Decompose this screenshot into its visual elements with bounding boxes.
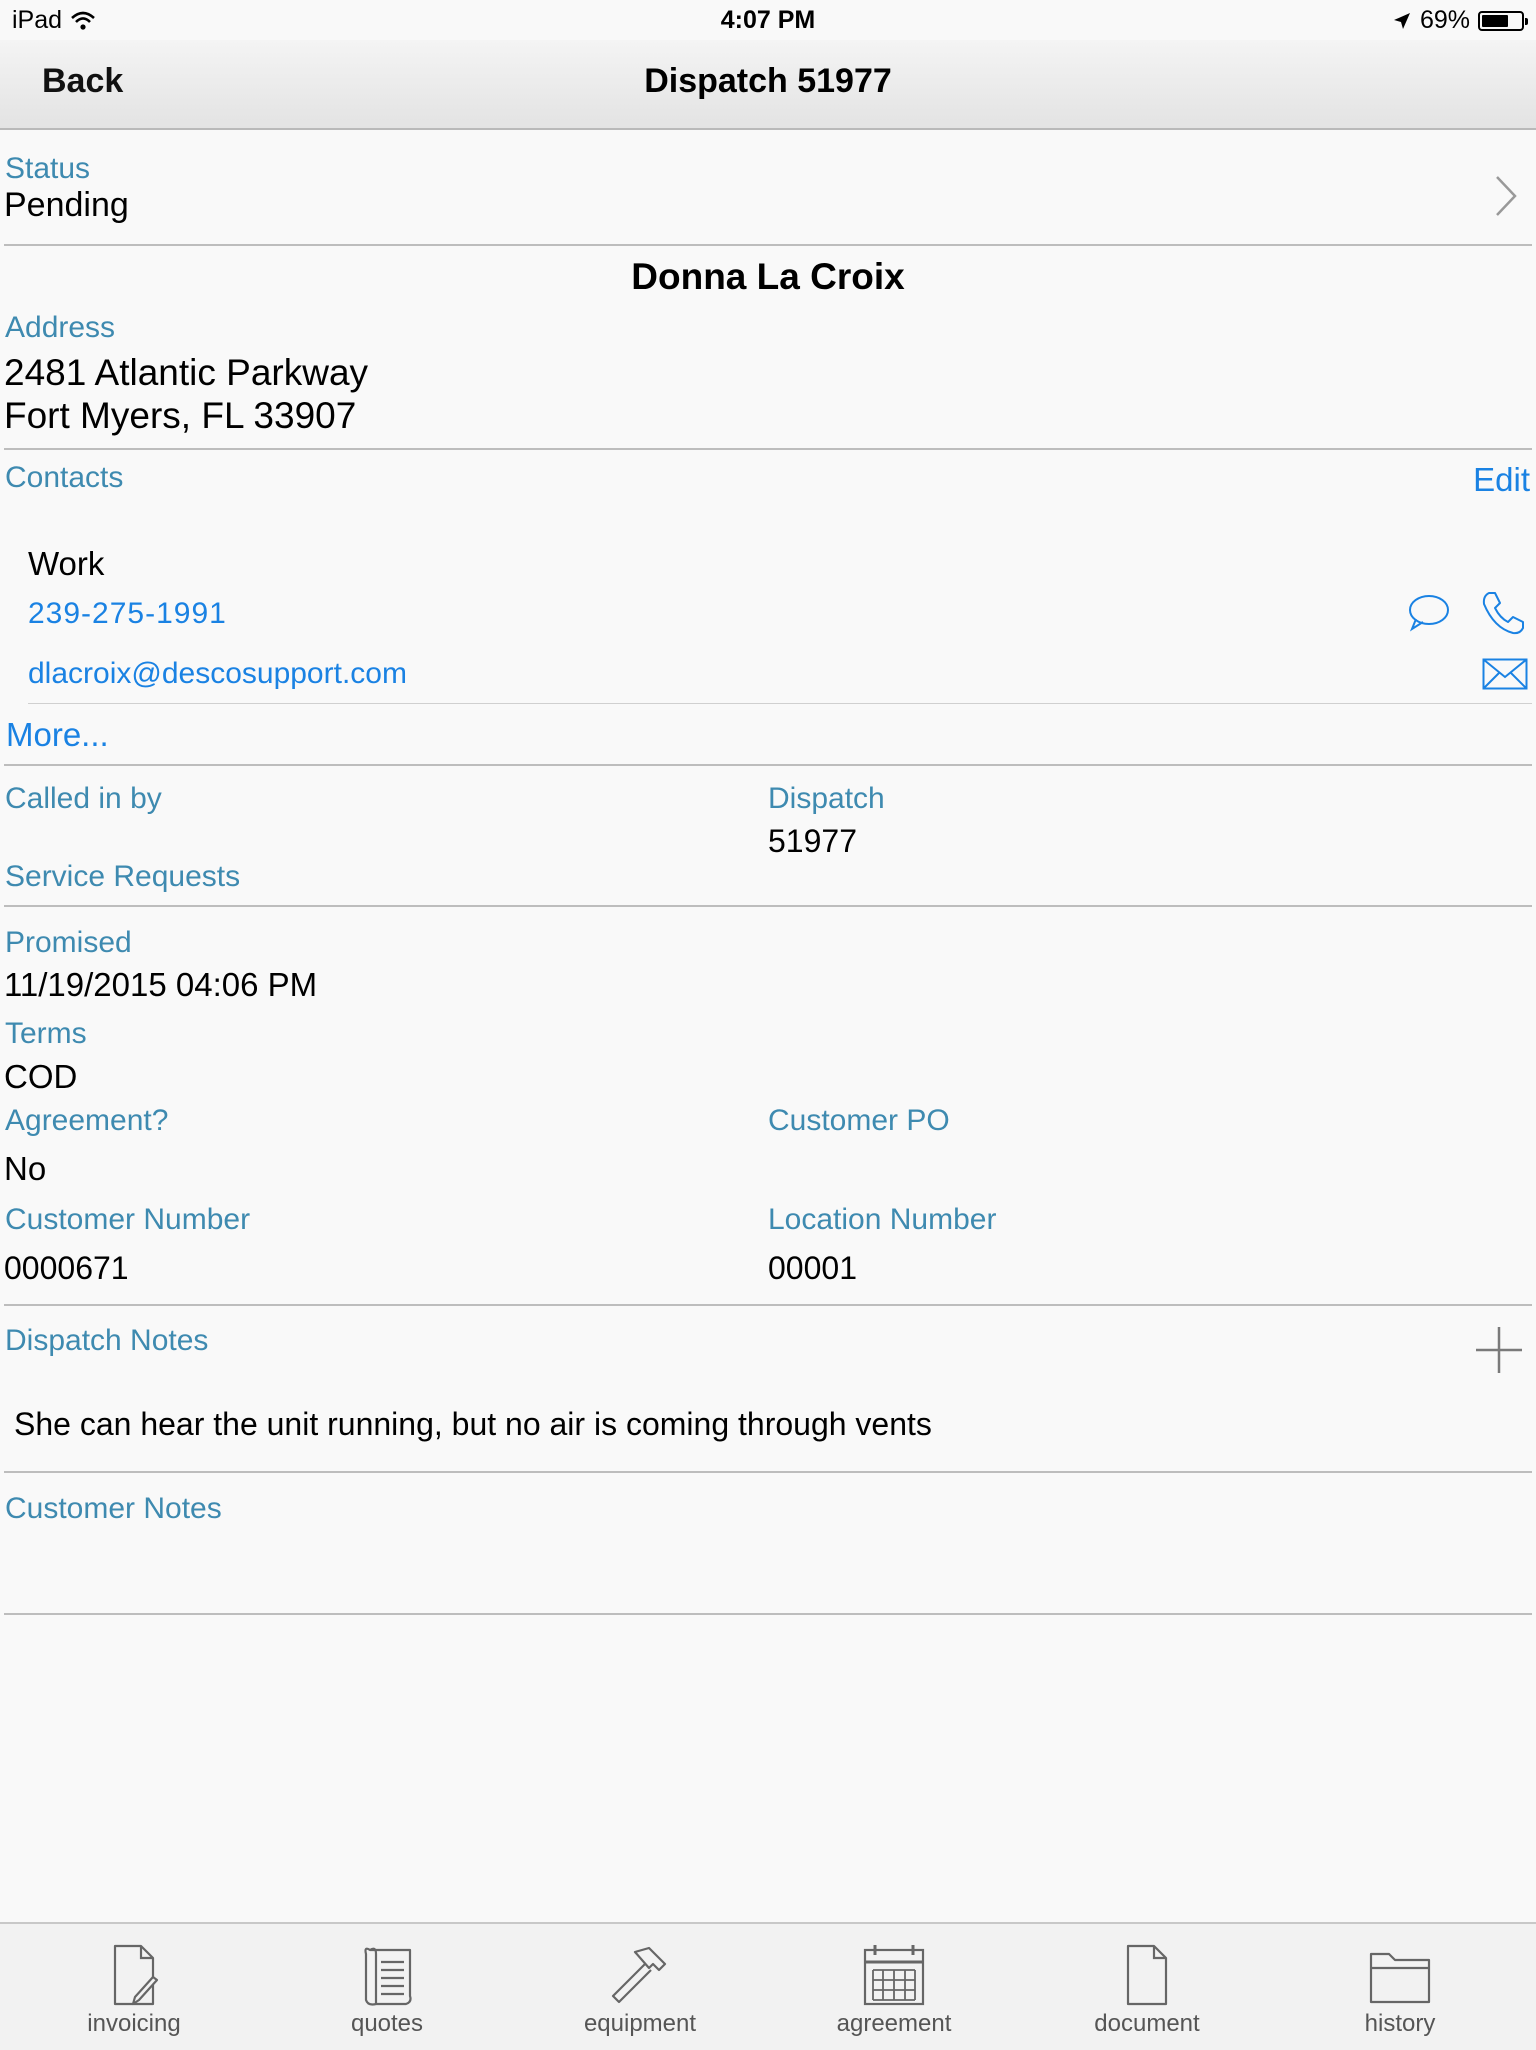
tab-label: quotes — [350, 2010, 424, 2037]
dispatch-label: Dispatch — [768, 782, 885, 815]
calendar-icon — [863, 1945, 925, 2006]
document-icon — [1126, 1944, 1168, 2006]
phone-icon[interactable] — [1480, 590, 1526, 636]
status-row[interactable]: Status Pending — [0, 130, 1536, 244]
location-number-value: 00001 — [768, 1250, 857, 1286]
tab-label: equipment — [583, 2010, 697, 2037]
customer-notes-label: Customer Notes — [5, 1492, 222, 1525]
divider — [4, 448, 1532, 450]
tab-history[interactable]: history — [1310, 1942, 1490, 2038]
battery-percent: 69% — [1419, 6, 1470, 34]
contact-phone[interactable]: 239-275-1991 — [28, 597, 227, 631]
location-number-label: Location Number — [768, 1203, 997, 1236]
quotes-icon — [364, 1947, 412, 2006]
terms-label: Terms — [5, 1017, 87, 1050]
tab-label: agreement — [836, 2010, 952, 2037]
divider — [4, 1613, 1532, 1615]
location-arrow-icon — [1393, 12, 1410, 29]
tab-label: document — [1094, 2010, 1200, 2037]
message-icon[interactable] — [1407, 592, 1451, 634]
tab-agreement[interactable]: agreement — [804, 1942, 984, 2038]
status-bar: iPad 4:07 PM 69% — [0, 0, 1536, 40]
status-label: Status — [5, 152, 91, 185]
battery-icon — [1478, 10, 1528, 31]
contact-email[interactable]: dlacroix@descosupport.com — [28, 657, 407, 691]
address-line-1[interactable]: 2481 Atlantic Parkway — [4, 352, 368, 394]
divider — [4, 1304, 1532, 1306]
contact-type: Work — [28, 545, 105, 582]
customer-number-value: 0000671 — [4, 1250, 129, 1286]
customer-po-label: Customer PO — [768, 1104, 950, 1137]
called-in-by-label: Called in by — [5, 782, 162, 815]
add-note-icon[interactable] — [1474, 1325, 1524, 1375]
dispatch-notes-label: Dispatch Notes — [5, 1324, 209, 1357]
terms-value: COD — [4, 1058, 78, 1095]
tab-document[interactable]: document — [1057, 1942, 1237, 2038]
contacts-label: Contacts — [5, 461, 124, 494]
agreement-value: No — [4, 1150, 47, 1187]
tab-label: invoicing — [87, 2010, 181, 2037]
promised-label: Promised — [5, 926, 132, 959]
address-line-2[interactable]: Fort Myers, FL 33907 — [4, 395, 356, 437]
navigation-bar: Back Dispatch 51977 — [0, 40, 1536, 130]
address-label: Address — [5, 311, 116, 344]
clock: 4:07 PM — [720, 6, 816, 34]
agreement-label: Agreement? — [5, 1104, 169, 1137]
contact-divider — [28, 703, 1532, 704]
status-value: Pending — [4, 186, 129, 224]
chevron-right-icon — [1496, 176, 1517, 216]
tab-quotes[interactable]: quotes — [297, 1942, 477, 2038]
invoicing-icon — [113, 1944, 159, 2006]
edit-contacts-button[interactable]: Edit — [1473, 461, 1530, 499]
divider — [4, 1471, 1532, 1473]
battery-level — [1482, 14, 1508, 27]
hammer-icon — [611, 1946, 667, 2004]
divider — [4, 244, 1532, 246]
tab-label: history — [1364, 2010, 1436, 2037]
promised-value: 11/19/2015 04:06 PM — [4, 966, 318, 1003]
customer-number-label: Customer Number — [5, 1203, 251, 1236]
status-right: 69% — [1392, 6, 1528, 35]
folder-icon — [1369, 1952, 1431, 2004]
page-title: Dispatch 51977 — [644, 62, 892, 100]
mail-icon[interactable] — [1482, 658, 1528, 690]
tab-invoicing[interactable]: invoicing — [44, 1942, 224, 2038]
more-contacts-link[interactable]: More... — [6, 716, 109, 754]
service-requests-label: Service Requests — [5, 860, 241, 893]
dispatch-notes-text: She can hear the unit running, but no ai… — [14, 1406, 932, 1442]
divider — [4, 905, 1532, 907]
divider — [4, 764, 1532, 766]
tab-bar: invoicing quotes equipment agreement doc… — [0, 1922, 1536, 2050]
customer-name: Donna La Croix — [631, 256, 905, 297]
tab-equipment[interactable]: equipment — [550, 1942, 730, 2038]
dispatch-value: 51977 — [768, 823, 857, 859]
